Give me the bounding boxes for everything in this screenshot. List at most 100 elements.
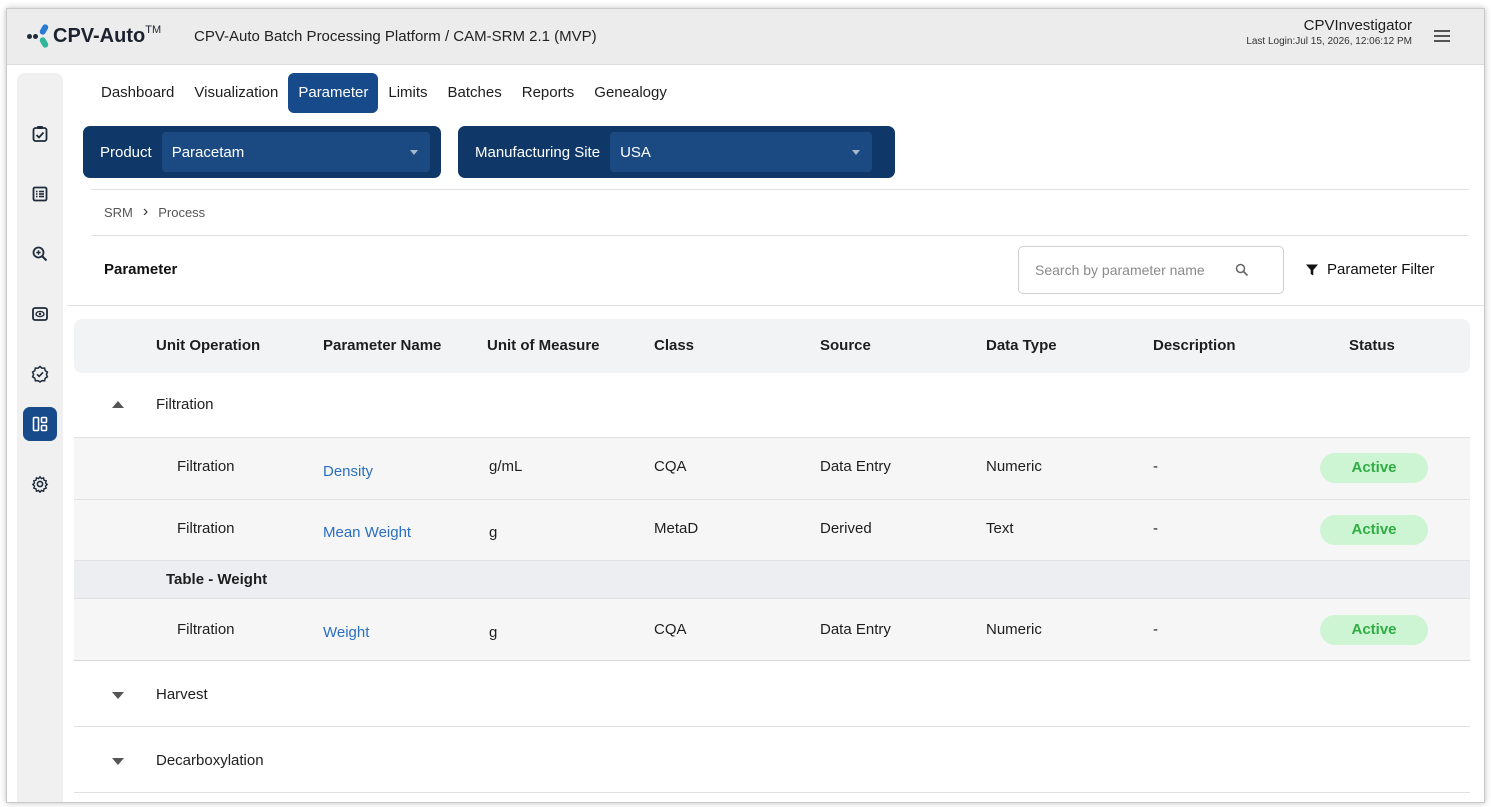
column-header-unit-of-measure[interactable]: Unit of Measure: [487, 337, 600, 354]
divider: [67, 305, 1484, 306]
cell-class: CQA: [654, 621, 687, 638]
sidebar-item-documents[interactable]: [23, 177, 57, 211]
divider: [91, 189, 1469, 190]
caret-down-icon[interactable]: [112, 758, 124, 765]
app-logo[interactable]: CPV-AutoTM: [27, 21, 161, 51]
cell-description: -: [1153, 458, 1158, 475]
sidebar-item-layout[interactable]: [23, 407, 57, 441]
site-value: USA: [620, 143, 651, 161]
filter-funnel-icon: [1306, 264, 1318, 275]
app-title: CPV-Auto Batch Processing Platform / CAM…: [194, 28, 597, 45]
product-value: Paracetam: [171, 143, 245, 161]
group-name: Decarboxylation: [156, 752, 264, 769]
cell-uom: g/mL: [489, 458, 523, 475]
tab-parameter[interactable]: Parameter: [288, 73, 379, 113]
checklist-icon: [32, 126, 48, 142]
column-header-unit-operation[interactable]: Unit Operation: [156, 337, 260, 354]
parameter-filter-label: Parameter Filter: [1327, 261, 1435, 278]
sidebar-item-settings[interactable]: [23, 467, 57, 501]
status-badge: Active: [1320, 615, 1428, 645]
column-header-status[interactable]: Status: [1349, 337, 1395, 354]
table-row[interactable]: Filtration Density g/mL CQA Data Entry N…: [74, 438, 1470, 500]
table-row[interactable]: Filtration Mean Weight g MetaD Derived T…: [74, 500, 1470, 561]
cell-source: Derived: [820, 520, 872, 537]
table-header: Unit Operation Parameter Name Unit of Me…: [74, 319, 1470, 373]
product-selector: Product Paracetam: [83, 126, 441, 178]
search-icon[interactable]: [1235, 263, 1249, 277]
group-row-filtration[interactable]: Filtration: [74, 373, 1470, 438]
search-input[interactable]: [1035, 262, 1235, 278]
parameter-filter-button[interactable]: Parameter Filter: [1305, 261, 1435, 278]
caret-down-icon[interactable]: [112, 692, 124, 699]
sidebar-item-checklist[interactable]: [23, 117, 57, 151]
breadcrumb: SRM › Process: [104, 203, 205, 221]
group-row-harvest[interactable]: Harvest: [74, 661, 1470, 727]
zoom-search-icon: [32, 246, 48, 262]
hamburger-menu-icon[interactable]: [1434, 30, 1450, 42]
tab-reports[interactable]: Reports: [512, 73, 585, 113]
main-nav-tabs: Dashboard Visualization Parameter Limits…: [91, 73, 677, 113]
group-row-decarboxylation[interactable]: Decarboxylation: [74, 727, 1470, 793]
tab-limits[interactable]: Limits: [378, 73, 437, 113]
divider: [91, 235, 1469, 236]
sidebar-item-search[interactable]: [23, 237, 57, 271]
document-list-icon: [32, 186, 48, 202]
cell-unit-operation: Filtration: [177, 520, 235, 537]
product-label: Product: [100, 143, 152, 161]
top-header: CPV-AutoTM CPV-Auto Batch Processing Pla…: [7, 9, 1484, 65]
cell-source: Data Entry: [820, 458, 891, 475]
site-label: Manufacturing Site: [475, 143, 601, 161]
group-name: Filtration: [156, 396, 214, 413]
column-header-source[interactable]: Source: [820, 337, 871, 354]
cell-unit-operation: Filtration: [177, 621, 235, 638]
user-name: CPVInvestigator: [1303, 17, 1412, 34]
app-window: CPV-AutoTM CPV-Auto Batch Processing Pla…: [6, 8, 1485, 803]
logo-mark-icon: [27, 21, 50, 51]
sidebar-item-verify[interactable]: [23, 357, 57, 391]
breadcrumb-item-process: Process: [158, 204, 206, 220]
cell-data-type: Text: [986, 520, 1014, 537]
verified-badge-icon: [31, 365, 49, 383]
cell-class: MetaD: [654, 520, 699, 537]
caret-up-icon[interactable]: [112, 401, 124, 408]
site-dropdown[interactable]: USA: [610, 132, 873, 172]
cell-parameter-link[interactable]: Density: [323, 463, 373, 480]
subtable-title: Table - Weight: [166, 571, 268, 588]
column-header-data-type[interactable]: Data Type: [986, 337, 1057, 354]
cell-data-type: Numeric: [986, 458, 1042, 475]
cell-source: Data Entry: [820, 621, 891, 638]
eye-monitor-icon: [32, 307, 48, 321]
column-header-description[interactable]: Description: [1153, 337, 1236, 354]
status-badge: Active: [1320, 453, 1428, 483]
subtable-header: Table - Weight: [74, 561, 1470, 599]
sidebar-item-monitor[interactable]: [23, 297, 57, 331]
gear-icon: [31, 475, 49, 493]
logo-text: CPV-AutoTM: [53, 24, 162, 47]
column-header-class[interactable]: Class: [654, 337, 694, 354]
group-name: Harvest: [156, 686, 208, 703]
chevron-down-icon: [409, 150, 418, 155]
tab-batches[interactable]: Batches: [438, 73, 512, 113]
cell-uom: g: [489, 624, 498, 641]
dashboard-layout-icon: [32, 416, 48, 432]
site-selector: Manufacturing Site USA: [458, 126, 895, 178]
tab-visualization[interactable]: Visualization: [184, 73, 288, 113]
cell-data-type: Numeric: [986, 621, 1042, 638]
last-login: Last Login:Jul 15, 2026, 12:06:12 PM: [1246, 36, 1412, 47]
breadcrumb-item-srm[interactable]: SRM: [104, 205, 133, 220]
user-info[interactable]: CPVInvestigator Last Login:Jul 15, 2026,…: [1246, 17, 1412, 47]
table-row[interactable]: Filtration Weight g CQA Data Entry Numer…: [74, 599, 1470, 661]
tab-dashboard[interactable]: Dashboard: [91, 73, 184, 113]
chevron-down-icon: [852, 150, 861, 155]
status-badge: Active: [1320, 515, 1428, 545]
chevron-right-icon: ›: [142, 203, 149, 220]
column-header-parameter-name[interactable]: Parameter Name: [323, 337, 441, 354]
cell-description: -: [1153, 520, 1158, 537]
cell-parameter-link[interactable]: Mean Weight: [323, 524, 411, 541]
tab-genealogy[interactable]: Genealogy: [584, 73, 677, 113]
cell-uom: g: [489, 524, 498, 541]
cell-unit-operation: Filtration: [177, 458, 235, 475]
cell-parameter-link[interactable]: Weight: [323, 624, 369, 641]
cell-description: -: [1153, 621, 1158, 638]
product-dropdown[interactable]: Paracetam: [161, 132, 430, 172]
